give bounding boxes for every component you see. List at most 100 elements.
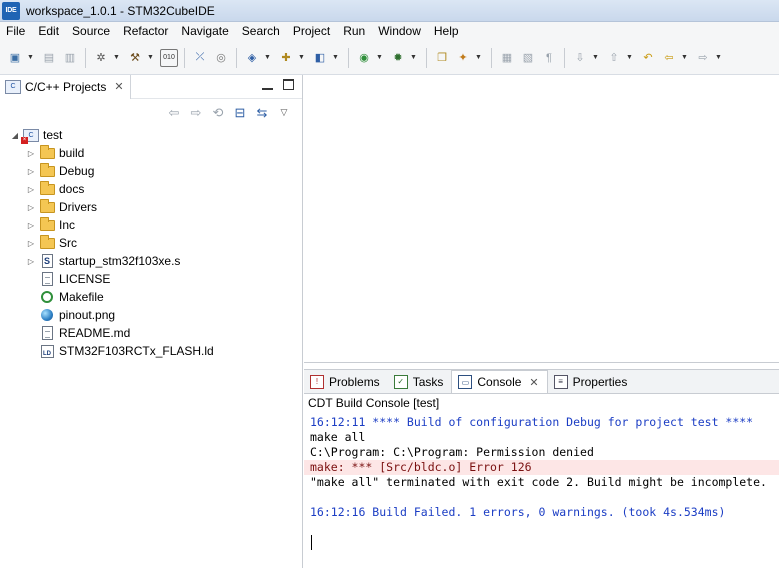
run-dropdown-icon[interactable]: ▼	[376, 54, 383, 61]
debug-disconnect-icon[interactable]: ⤫	[191, 49, 209, 67]
text-file-icon	[41, 272, 53, 286]
tree-item[interactable]: ▷ Drivers	[0, 198, 302, 216]
run-icon[interactable]: ◉	[355, 49, 373, 67]
toolbar-separator	[184, 47, 185, 68]
bottom-panel: ! Problems ✓ Tasks ▭ Console ✕ ≡ Properties CDT …	[304, 369, 779, 568]
open-folder-icon[interactable]: ❐	[433, 49, 451, 67]
folder-icon	[39, 234, 55, 249]
menu-run[interactable]: Run	[337, 22, 372, 41]
back-icon[interactable]: ⇦	[660, 49, 678, 67]
magic-wand-icon[interactable]: ✦	[454, 49, 472, 67]
next-annotation-icon[interactable]: ⇩	[571, 49, 589, 67]
menu-window[interactable]: Window	[372, 22, 428, 41]
link-with-editor-icon[interactable]: ⇆	[254, 105, 270, 121]
menu-refactor[interactable]: Refactor	[117, 22, 175, 41]
collapsed-twisty-icon[interactable]: ▷	[26, 167, 36, 176]
close-icon[interactable]: ✕	[114, 80, 123, 93]
tree-item[interactable]: LICENSE	[0, 270, 302, 288]
folder-icon	[39, 198, 55, 214]
debug-dropdown-icon[interactable]: ▼	[410, 54, 417, 61]
menu-edit[interactable]: Edit	[32, 22, 66, 41]
menu-help[interactable]: Help	[428, 22, 466, 41]
new-file-dropdown-icon[interactable]: ▼	[298, 54, 305, 61]
next-annotation-dropdown-icon[interactable]: ▼	[592, 54, 599, 61]
forward-arrow-icon[interactable]: ⇨	[188, 105, 204, 121]
forward-icon[interactable]: ⇨	[694, 49, 712, 67]
save-all-icon[interactable]: ▥	[61, 49, 79, 67]
tree-item[interactable]: ▷ Src	[0, 234, 302, 252]
back-arrow-icon[interactable]: ⇦	[166, 105, 182, 121]
menu-file[interactable]: File	[0, 22, 32, 41]
tab-console[interactable]: ▭ Console ✕	[451, 370, 548, 393]
tree-item[interactable]: Makefile	[0, 288, 302, 306]
minimize-icon[interactable]	[262, 79, 273, 90]
last-edit-icon[interactable]: ↶	[639, 49, 657, 67]
build-hammer-dropdown-icon[interactable]: ▼	[147, 54, 154, 61]
view-menu-icon[interactable]: ▽	[276, 105, 292, 121]
tree-item[interactable]: ▷ build	[0, 144, 302, 162]
collapse-all-icon[interactable]: ⊟	[232, 105, 248, 121]
tab-tasks[interactable]: ✓ Tasks	[388, 370, 452, 393]
tree-item[interactable]: ▷ docs	[0, 180, 302, 198]
magic-wand-dropdown-icon[interactable]: ▼	[475, 54, 482, 61]
assembly-file-icon: S	[41, 254, 53, 268]
tab-problems[interactable]: ! Problems	[304, 370, 388, 393]
new-file-icon[interactable]: ✚	[277, 49, 295, 67]
tree-item-label: docs	[59, 182, 85, 196]
new-class-dropdown-icon[interactable]: ▼	[332, 54, 339, 61]
menu-source[interactable]: Source	[66, 22, 117, 41]
file-icon	[39, 272, 55, 286]
menu-project[interactable]: Project	[287, 22, 337, 41]
expanded-twisty-icon[interactable]: ◢	[10, 131, 20, 140]
tree-item[interactable]: ▷ Inc	[0, 216, 302, 234]
toggle-block-icon[interactable]: ▧	[519, 49, 537, 67]
folder-icon	[39, 180, 55, 195]
go-up-icon[interactable]: ⟲	[210, 105, 226, 121]
tree-item[interactable]: ▷ Debug	[0, 162, 302, 180]
menu-navigate[interactable]: Navigate	[175, 22, 235, 41]
ide-logo-icon: IDE	[2, 1, 20, 20]
tree-item[interactable]: LD STM32F103RCTx_FLASH.ld	[0, 342, 302, 360]
collapsed-twisty-icon[interactable]: ▷	[26, 221, 36, 230]
tree-item[interactable]: README.md	[0, 324, 302, 342]
binary-010-icon[interactable]: 010	[160, 48, 178, 67]
tab-cpp-projects[interactable]: C C/C++ Projects ✕	[0, 74, 131, 99]
target-icon[interactable]: ◎	[212, 49, 230, 67]
close-icon[interactable]: ✕	[529, 376, 538, 389]
collapsed-twisty-icon[interactable]: ▷	[26, 239, 36, 248]
tab-label: Properties	[572, 374, 628, 389]
new-class-icon[interactable]: ◧	[311, 49, 329, 67]
folder-icon	[39, 144, 55, 159]
menu-search[interactable]: Search	[236, 22, 287, 41]
collapsed-twisty-icon[interactable]: ▷	[26, 149, 36, 158]
new-cpp-project-dropdown-icon[interactable]: ▼	[264, 54, 271, 61]
show-whitespace-icon[interactable]: ¶	[540, 49, 558, 67]
forward-dropdown-icon[interactable]: ▼	[715, 54, 722, 61]
toggle-annotation-icon[interactable]: ▦	[498, 49, 516, 67]
tree-item[interactable]: pinout.png	[0, 306, 302, 324]
settings-dropdown-icon[interactable]: ▼	[113, 54, 120, 61]
collapsed-twisty-icon[interactable]: ▷	[26, 257, 36, 266]
tree-item-label: LICENSE	[59, 272, 111, 286]
debug-icon[interactable]: ✹	[389, 49, 407, 67]
new-cpp-project-icon[interactable]: ◈	[243, 49, 261, 67]
maximize-icon[interactable]	[283, 79, 294, 90]
back-dropdown-icon[interactable]: ▼	[681, 54, 688, 61]
tree-item[interactable]: ▷ Sstartup_stm32f103xe.s	[0, 252, 302, 270]
collapsed-twisty-icon[interactable]: ▷	[26, 203, 36, 212]
projects-view-tabbar: C C/C++ Projects ✕	[0, 74, 302, 99]
save-icon[interactable]: ▤	[40, 49, 58, 67]
folder-icon	[39, 216, 55, 232]
console-output[interactable]: 16:12:11 **** Build of configuration Deb…	[304, 413, 779, 550]
prev-annotation-icon[interactable]: ⇧	[605, 49, 623, 67]
build-hammer-icon[interactable]: ⚒	[126, 49, 144, 67]
settings-icon[interactable]: ✲	[92, 49, 110, 67]
new-dropdown-icon[interactable]: ▼	[27, 54, 34, 61]
tab-cpp-projects-label: C/C++ Projects	[25, 79, 107, 94]
project-test[interactable]: ◢ C × test	[0, 126, 302, 144]
tab-properties[interactable]: ≡ Properties	[548, 370, 636, 393]
collapsed-twisty-icon[interactable]: ▷	[26, 185, 36, 194]
new-icon[interactable]: ▣	[6, 49, 24, 67]
prev-annotation-dropdown-icon[interactable]: ▼	[626, 54, 633, 61]
